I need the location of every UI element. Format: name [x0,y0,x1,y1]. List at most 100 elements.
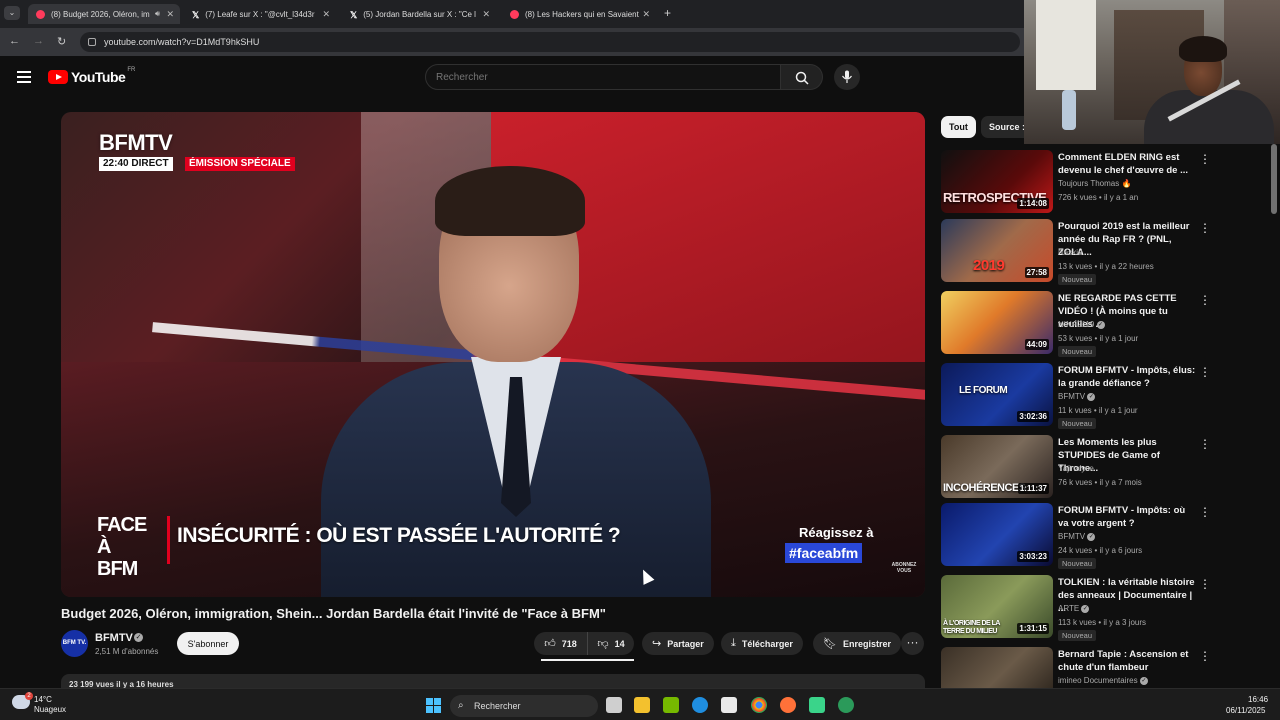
url-bar[interactable]: youtube.com/watch?v=D1MdT9hkSHU [80,32,1020,52]
channel-avatar[interactable]: BFM TV. [61,630,88,657]
video-thumbnail[interactable]: LE FORUM 3:02:36 [941,363,1053,426]
more-vertical-icon[interactable]: ⋮ [1199,437,1211,451]
rec-channel[interactable]: imineo Documentaires ✓ [1058,676,1148,685]
close-tab-icon[interactable]: ✕ [322,9,330,20]
site-info-icon[interactable] [88,38,96,46]
video-thumbnail[interactable]: 3:03:23 [941,503,1053,566]
recommendation-item[interactable]: RETROSPECTIVE 1:14:08 Comment ELDEN RING… [941,150,1211,216]
notification-badge: 2 [25,692,33,700]
rec-channel[interactable]: ARTE ✓ [1058,604,1090,613]
file-explorer-icon[interactable] [634,697,650,713]
forward-icon[interactable]: → [33,35,44,47]
duration-badge: 27:58 [1024,267,1049,278]
voice-search-button[interactable] [834,64,860,90]
recommendation-item[interactable]: Bernard Tapie : Ascension et chute d'un … [941,647,1211,688]
chip-all[interactable]: Tout [941,116,976,138]
recommendation-item[interactable]: 3:03:23 FORUM BFMTV - Impôts: où va votr… [941,503,1211,569]
edge-icon[interactable] [692,697,708,713]
video-thumbnail[interactable]: RETROSPECTIVE 1:14:08 [941,150,1053,213]
rec-meta: 11 k vues • il y a 1 jour [1058,406,1138,415]
rec-channel[interactable]: Yajinalyse [1058,464,1094,473]
more-vertical-icon[interactable]: ⋮ [1199,649,1211,663]
duration-badge: 3:02:36 [1017,411,1049,422]
tab-youtube-budget[interactable]: (8) Budget 2026, Oléron, im 🔊︎ ✕ [28,4,180,24]
nvidia-icon[interactable] [663,697,679,713]
tab-x-bardella[interactable]: 𝕏 (5) Jordan Bardella sur X : "Ce l ✕ [342,4,496,24]
recommendation-item[interactable]: INCOHÉRENCES 1:11:37 Les Moments les plu… [941,435,1211,501]
channel-name[interactable]: BFMTV [95,632,133,644]
close-tab-icon[interactable]: ✕ [166,9,174,20]
reload-icon[interactable]: ↻ [57,35,66,48]
search-icon [795,71,809,85]
rec-channel[interactable]: Naskid [1058,248,1082,257]
new-tab-button[interactable]: + [664,6,671,20]
rec-title[interactable]: FORUM BFMTV - Impôts: où va votre argent… [1058,504,1198,530]
taskbar-search[interactable]: ⌕ Rechercher [450,695,598,717]
more-vertical-icon[interactable]: ⋮ [1199,577,1211,591]
store-icon[interactable] [721,697,737,713]
special-banner: ÉMISSION SPÉCIALE [185,157,295,171]
more-vertical-icon[interactable]: ⋮ [1199,505,1211,519]
recommendation-item[interactable]: 2019 27:58 Pourquoi 2019 est la meilleur… [941,219,1211,285]
rec-title[interactable]: Comment ELDEN RING est devenu le chef d'… [1058,151,1198,177]
subscribe-watermark: ABONNEZ VOUS [891,562,917,574]
search-input[interactable] [425,64,781,90]
subscribe-button[interactable]: S'abonner [177,632,239,655]
chrome-icon[interactable] [751,697,767,713]
rec-channel[interactable]: NINA2119 ✓ [1058,320,1105,329]
video-thumbnail[interactable]: 44:09 [941,291,1053,354]
tab-youtube-hackers[interactable]: (8) Les Hackers qui en Savaient ✕ [502,4,656,24]
weather-description: Nuageux [34,705,67,714]
close-tab-icon[interactable]: ✕ [642,9,650,20]
app-icon[interactable] [809,697,825,713]
save-button[interactable]: 🔖︎ Enregistrer [813,632,901,655]
scrollbar-thumb[interactable] [1271,144,1277,214]
weather-cloud-icon[interactable]: 2 [12,692,33,709]
back-icon[interactable]: ← [9,35,20,47]
video-thumbnail[interactable]: À L'ORIGINE DE LA TERRE DU MILIEU 1:31:1… [941,575,1053,638]
video-player[interactable]: BFMTV 22:40 DIRECT ÉMISSION SPÉCIALE FAC… [61,112,925,597]
search-button[interactable] [781,64,823,90]
menu-icon[interactable] [17,71,31,83]
rec-title[interactable]: FORUM BFMTV - Impôts, élus: la grande dé… [1058,364,1198,390]
tab-search-button[interactable]: ⌄ [4,6,20,20]
tab-x-leafe[interactable]: 𝕏 (7) Leafe sur X : "@cvlt_l34d3r ✕ [184,4,336,24]
rec-channel[interactable]: BFMTV ✓ [1058,532,1096,541]
more-vertical-icon[interactable]: ⋮ [1199,365,1211,379]
clock-time[interactable]: 16:46 [1248,695,1268,704]
rec-title[interactable]: Bernard Tapie : Ascension et chute d'un … [1058,648,1198,674]
rec-meta: 13 k vues • il y a 22 heures [1058,262,1154,271]
download-button[interactable]: ⤓ Télécharger [721,632,803,655]
like-button[interactable]: 👍︎ 718 [534,632,588,655]
more-vertical-icon[interactable]: ⋮ [1199,293,1211,307]
like-count: 718 [561,638,577,649]
tab-label: (7) Leafe sur X : "@cvlt_l34d3r [205,9,315,19]
firefox-icon[interactable] [780,697,796,713]
youtube-logo[interactable]: YouTube FR [48,67,135,85]
x-icon: 𝕏 [350,9,358,20]
video-thumbnail[interactable] [941,647,1053,688]
app-icon[interactable] [838,697,854,713]
share-button[interactable]: ↪ Partager [642,632,714,655]
dislike-button[interactable]: 👎︎ 14 [588,632,634,655]
url-text: youtube.com/watch?v=D1MdT9hkSHU [104,37,260,47]
video-thumbnail[interactable]: 2019 27:58 [941,219,1053,282]
dislike-count: 14 [614,638,625,649]
more-actions-button[interactable]: ··· [901,632,924,655]
rec-channel[interactable]: Toujours Thomas 🔥 [1058,179,1131,188]
close-tab-icon[interactable]: ✕ [482,9,490,20]
duration-badge: 1:14:08 [1017,198,1049,209]
tab-label: (8) Budget 2026, Oléron, im [51,9,150,19]
task-view-icon[interactable] [606,697,622,713]
speaker-icon[interactable]: 🔊︎ [155,9,160,19]
recommendation-item[interactable]: LE FORUM 3:02:36 FORUM BFMTV - Impôts, é… [941,363,1211,429]
webcam-overlay [1024,0,1280,144]
start-button[interactable] [426,698,441,713]
recommendation-item[interactable]: À L'ORIGINE DE LA TERRE DU MILIEU 1:31:1… [941,575,1211,641]
video-thumbnail[interactable]: INCOHÉRENCES 1:11:37 [941,435,1053,498]
more-vertical-icon[interactable]: ⋮ [1199,221,1211,235]
clock-date[interactable]: 06/11/2025 [1226,706,1265,715]
rec-channel[interactable]: BFMTV ✓ [1058,392,1096,401]
recommendation-item[interactable]: 44:09 NE REGARDE PAS CETTE VIDÉO ! (À mo… [941,291,1211,357]
more-vertical-icon[interactable]: ⋮ [1199,152,1211,166]
